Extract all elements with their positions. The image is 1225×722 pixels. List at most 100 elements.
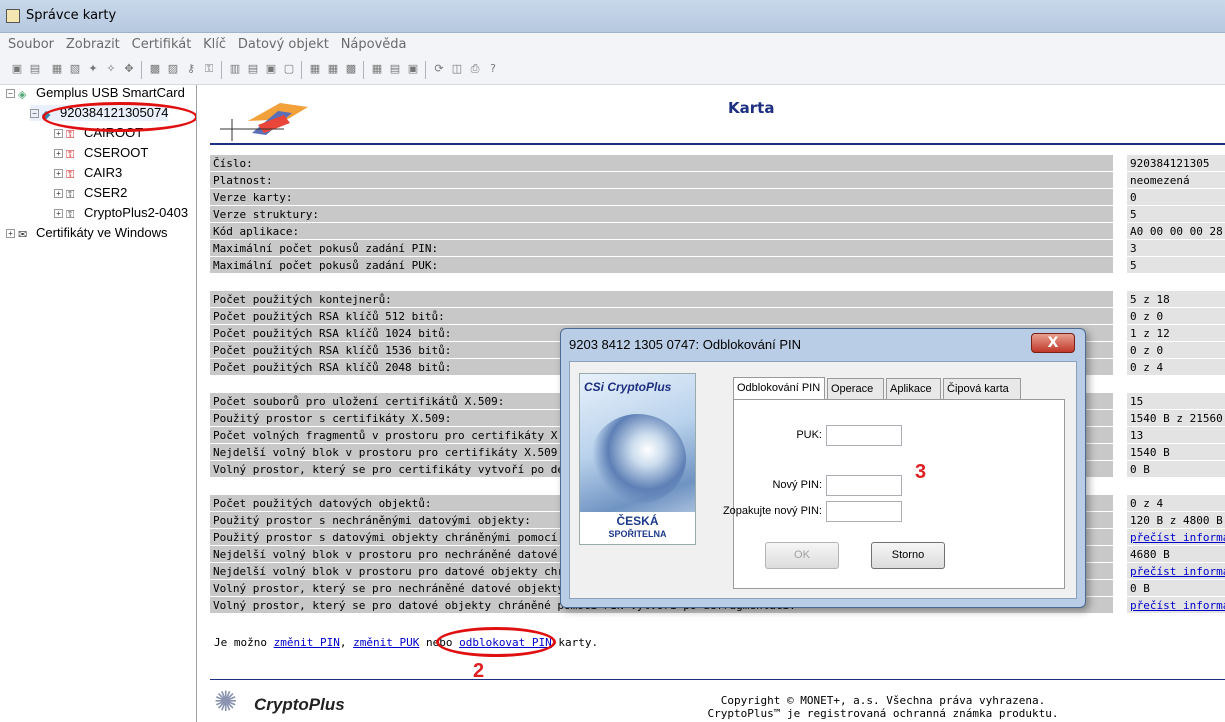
dialog-banner-image: CSi CryptoPlus ČESKÁ SPOŘITELNA: [579, 373, 696, 545]
toolbar-preview-icon[interactable]: ◫: [450, 62, 464, 76]
key-container-icon: ⚿: [66, 209, 75, 221]
read-info-link[interactable]: přečíst informace: [1127, 529, 1225, 545]
expand-icon[interactable]: +: [54, 149, 63, 158]
key-container-icon: ⚿: [66, 149, 75, 161]
toolbar-card-icon[interactable]: ▣: [10, 62, 24, 76]
app-icon: [6, 9, 20, 23]
toolbar-card-icon[interactable]: ▤: [28, 62, 42, 76]
repeat-pin-label: Zopakujte nový PIN:: [722, 505, 822, 517]
toolbar-view-icon[interactable]: ▢: [282, 62, 296, 76]
info-row: Počet použitých kontejnerů: 5 z 18: [210, 291, 1225, 308]
info-row: Kód aplikace: A0 00 00 00 28: [210, 223, 1225, 240]
title-divider: [210, 143, 1225, 145]
close-button[interactable]: X: [1031, 333, 1075, 353]
unblock-pin-dialog: 9203 8412 1305 0747: Odblokování PIN X C…: [560, 328, 1086, 608]
info-row: Maximální počet pokusů zadání PIN: 3: [210, 240, 1225, 257]
puk-label: PUK:: [796, 429, 822, 441]
dialog-title: 9203 8412 1305 0747: Odblokování PIN: [569, 337, 802, 352]
menu-certifikat[interactable]: Certifikát: [132, 37, 192, 52]
read-info-link[interactable]: přečíst informace: [1127, 597, 1225, 613]
toolbar-key-icon[interactable]: ✥: [122, 62, 136, 76]
info-row: Verze karty: 0: [210, 189, 1225, 206]
collapse-icon[interactable]: −: [6, 89, 15, 98]
footer-divider: [210, 679, 1225, 680]
cancel-button[interactable]: Storno: [871, 542, 945, 569]
toolbar-container-icon[interactable]: ▧: [68, 62, 82, 76]
toolbar-view-icon[interactable]: ▣: [264, 62, 278, 76]
tab-unblock-pin[interactable]: Odblokování PIN: [733, 377, 825, 399]
change-pin-link[interactable]: změnit PIN: [274, 636, 340, 649]
tab-operations[interactable]: Operace: [827, 378, 884, 399]
tree-item-container[interactable]: + ⚿ CryptoPlus2-0403: [54, 205, 188, 221]
toolbar-cert-icon[interactable]: ▩: [148, 62, 162, 76]
expand-icon[interactable]: +: [54, 189, 63, 198]
info-row: Verze struktury: 5: [210, 206, 1225, 223]
card-tree: − ◈ Gemplus USB SmartCard − ◆ 92038412130507…: [0, 85, 197, 722]
tree-item-windows-certs[interactable]: + ✉ Certifikáty ve Windows: [6, 225, 167, 241]
dialog-body: CSi CryptoPlus ČESKÁ SPOŘITELNA Odblokov…: [569, 361, 1077, 599]
tab-applications[interactable]: Aplikace: [886, 378, 941, 399]
annotation-number-3: 3: [915, 461, 927, 483]
toolbar-separator: [425, 61, 426, 79]
info-row: Číslo: 920384121305: [210, 155, 1225, 172]
footer-logo: ✺ CryptoPlus: [214, 685, 345, 718]
tree-item-container[interactable]: + ⚿ CAIR3: [54, 165, 122, 181]
toolbar-key-icon[interactable]: ✧: [104, 62, 118, 76]
info-row: Platnost: neomezená: [210, 172, 1225, 189]
toolbar-grid-icon[interactable]: ▦: [308, 62, 322, 76]
certificate-icon: ✉: [18, 229, 28, 241]
expand-icon[interactable]: +: [54, 169, 63, 178]
menu-datovy-objekt[interactable]: Datový objekt: [238, 37, 329, 52]
expand-icon[interactable]: +: [54, 129, 63, 138]
annotation-circle-2: [436, 627, 556, 657]
read-info-link[interactable]: přečíst informace: [1127, 563, 1225, 579]
annotation-circle-1: [42, 102, 196, 132]
puk-field[interactable]: [826, 425, 902, 446]
toolbar-separator: [221, 61, 222, 79]
toolbar-separator: [141, 61, 142, 79]
key-container-icon: ⚿: [66, 189, 75, 201]
window-title: Správce karty: [26, 8, 117, 23]
toolbar-help-icon[interactable]: ?: [486, 62, 500, 76]
cryptoplus-logo-icon: [220, 103, 308, 141]
new-pin-field[interactable]: [826, 475, 902, 496]
toolbar-key-icon[interactable]: ✦: [86, 62, 100, 76]
toolbar-refresh-icon[interactable]: ⟳: [432, 62, 446, 76]
menu-klic[interactable]: Klíč: [203, 37, 226, 52]
ok-button[interactable]: OK: [765, 542, 839, 569]
toolbar-grid-icon[interactable]: ▩: [344, 62, 358, 76]
key-container-icon: ⚿: [66, 129, 75, 141]
tree-item-container[interactable]: + ⚿ CSER2: [54, 185, 127, 201]
toolbar-cert-icon[interactable]: ▨: [166, 62, 180, 76]
toolbar-key-icon[interactable]: ⚷: [184, 62, 198, 76]
toolbar-separator: [301, 61, 302, 79]
toolbar-export-icon[interactable]: ▤: [246, 62, 260, 76]
toolbar-form-icon[interactable]: ▤: [388, 62, 402, 76]
toolbar-container-icon[interactable]: ▦: [50, 62, 64, 76]
new-pin-label: Nový PIN:: [772, 479, 822, 491]
toolbar-separator: [363, 61, 364, 79]
menu-soubor[interactable]: Soubor: [8, 37, 54, 52]
toolbar-grid-icon[interactable]: ▦: [326, 62, 340, 76]
menu-zobrazit[interactable]: Zobrazit: [66, 37, 120, 52]
toolbar-print-icon[interactable]: ⎙: [468, 62, 482, 76]
repeat-pin-field[interactable]: [826, 501, 902, 522]
menu-napoveda[interactable]: Nápověda: [341, 37, 407, 52]
reader-icon: ◈: [18, 89, 27, 101]
key-container-icon: ⚿: [66, 169, 75, 181]
tree-item-reader[interactable]: − ◈ Gemplus USB SmartCard: [6, 85, 185, 101]
toolbar-grid-icon[interactable]: ▦: [370, 62, 384, 76]
toolbar-form-icon[interactable]: ▣: [406, 62, 420, 76]
bank-logo: ČESKÁ SPOŘITELNA: [580, 512, 695, 544]
expand-icon[interactable]: +: [6, 229, 15, 238]
toolbar-import-icon[interactable]: ▥: [228, 62, 242, 76]
collapse-icon[interactable]: −: [30, 109, 39, 118]
tree-item-container[interactable]: + ⚿ CSEROOT: [54, 145, 148, 161]
copyright-text: Copyright © MONET+, a.s. Všechna práva v…: [707, 694, 1059, 720]
toolbar-key-icon[interactable]: ⚿: [202, 62, 216, 76]
expand-icon[interactable]: +: [54, 209, 63, 218]
menu-bar: Soubor Zobrazit Certifikát Klíč Datový o…: [0, 33, 1225, 57]
circuit-graphic-icon: [590, 414, 686, 504]
tab-chip-card[interactable]: Čipová karta: [943, 378, 1021, 399]
change-puk-link[interactable]: změnit PUK: [353, 636, 419, 649]
